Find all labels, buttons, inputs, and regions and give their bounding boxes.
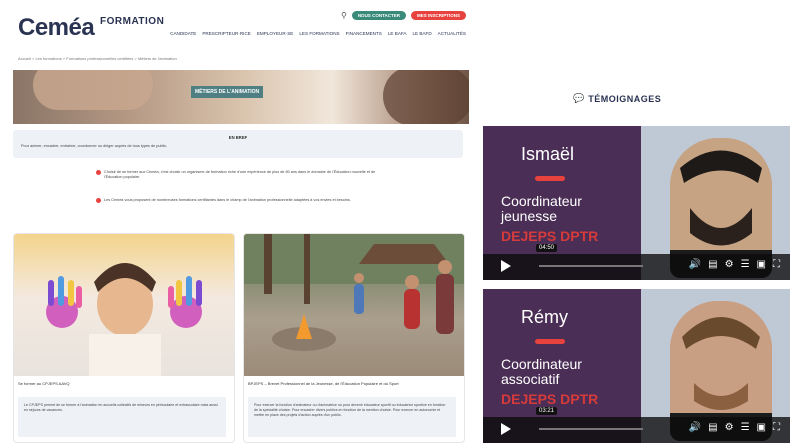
volume-icon[interactable]: 🔊 xyxy=(689,422,701,433)
website: Ceméa FORMATION ⚲ NOUS CONTACTER MES INS… xyxy=(0,0,478,447)
course-description: Pour exercer la fonction d'animateur ou … xyxy=(248,397,456,437)
nav-item[interactable]: PRESCRIPTEUR·RICE xyxy=(202,31,251,36)
hero-image-detail xyxy=(33,70,153,110)
video-person-name: Rémy xyxy=(521,307,569,327)
campfire-group-image xyxy=(244,234,464,351)
video-time: 04:50 xyxy=(536,244,558,252)
brief-box: EN BREF Pour animer, encadrer, entraîner… xyxy=(13,130,463,158)
video-controls[interactable]: 03:21 🔊 ▤ ⚙ ☰ ▣ ⛶ xyxy=(483,407,790,443)
course-card[interactable]: BPJEPS – Brevet Professionnel de la Jeun… xyxy=(243,233,465,443)
nav-item[interactable]: FINANCEMENTS xyxy=(346,31,382,36)
settings-icon[interactable]: ⚙ xyxy=(725,422,734,433)
intro-text: Choisir de se former aux Ceméa, c'est ch… xyxy=(104,170,376,180)
intro-paragraph: Choisir de se former aux Ceméa, c'est ch… xyxy=(96,170,384,181)
contact-button[interactable]: NOUS CONTACTER xyxy=(351,11,406,20)
hero-banner: MÉTIERS DE L'ANIMATION xyxy=(13,70,469,124)
fullscreen-icon[interactable]: ⛶ xyxy=(773,259,780,270)
course-image xyxy=(244,234,464,376)
settings-icon[interactable]: ⚙ xyxy=(725,259,734,270)
video-person-name: Ismaël xyxy=(521,144,575,164)
logo-suffix: FORMATION xyxy=(100,16,165,27)
logo[interactable]: Ceméa FORMATION xyxy=(18,14,164,42)
chapters-icon[interactable]: ☰ xyxy=(741,422,750,433)
video-player[interactable]: Ismaël Coordinateur jeunesse DEJEPS DPTR… xyxy=(483,126,790,280)
course-description: Le CPJEPS permet de se former à l'animat… xyxy=(18,397,226,437)
role-line: Coordinateur xyxy=(501,356,582,372)
video-player[interactable]: Rémy Coordinateur associatif DEJEPS DPTR… xyxy=(483,289,790,443)
course-title[interactable]: BPJEPS – Brevet Professionnel de la Jeun… xyxy=(248,381,399,386)
speech-bubbles-icon: 💬 xyxy=(573,93,585,103)
main-nav: CANDIDATE PRESCRIPTEUR·RICE EMPLOYEUR·SE… xyxy=(170,31,466,36)
intro-paragraph: Les Ceméa vous proposent de nombreuses f… xyxy=(96,198,384,203)
video-person-role: Coordinateur jeunesse xyxy=(501,194,582,224)
brief-title: EN BREF xyxy=(228,135,248,140)
role-line: associatif xyxy=(501,371,560,387)
pip-icon[interactable]: ▣ xyxy=(757,259,766,270)
testimonials-header: 💬 TÉMOIGNAGES xyxy=(573,93,661,104)
video-diploma: DEJEPS DPTR xyxy=(501,228,599,244)
nav-item[interactable]: EMPLOYEUR·SE xyxy=(257,31,294,36)
course-image xyxy=(14,234,234,376)
bullet-icon xyxy=(96,198,101,203)
hero-tag: MÉTIERS DE L'ANIMATION xyxy=(191,86,264,98)
role-line: Coordinateur xyxy=(501,193,582,209)
play-icon[interactable] xyxy=(501,260,511,272)
logo-brand: Ceméa xyxy=(18,14,95,41)
registrations-button[interactable]: MES INSCRIPTIONS xyxy=(410,11,466,20)
nav-item[interactable]: ACTUALITÉS xyxy=(438,31,466,36)
bullet-icon xyxy=(96,170,101,175)
child-painted-hands-image xyxy=(46,263,202,376)
brief-description: Pour animer, encadrer, entraîner, coordo… xyxy=(21,144,168,148)
captions-icon[interactable]: ▤ xyxy=(708,422,717,433)
progress-bar[interactable] xyxy=(539,428,643,430)
play-icon[interactable] xyxy=(501,423,511,435)
search-icon[interactable]: ⚲ xyxy=(341,11,347,20)
course-title[interactable]: Se former au CPJEPS AAVQ xyxy=(18,381,70,386)
volume-icon[interactable]: 🔊 xyxy=(689,259,701,270)
hero-image-detail xyxy=(383,70,469,124)
accent-dash xyxy=(535,176,565,181)
course-card[interactable]: Se former au CPJEPS AAVQ Le CPJEPS perme… xyxy=(13,233,235,443)
chapters-icon[interactable]: ☰ xyxy=(741,259,750,270)
video-time: 03:21 xyxy=(536,407,558,415)
breadcrumb[interactable]: Accueil > Les formations > Formations pr… xyxy=(18,56,177,61)
video-controls[interactable]: 04:50 🔊 ▤ ⚙ ☰ ▣ ⛶ xyxy=(483,244,790,280)
captions-icon[interactable]: ▤ xyxy=(708,259,717,270)
nav-item[interactable]: CANDIDATE xyxy=(170,31,196,36)
video-control-icons: 🔊 ▤ ⚙ ☰ ▣ ⛶ xyxy=(689,259,780,270)
video-diploma: DEJEPS DPTR xyxy=(501,391,599,407)
video-person-role: Coordinateur associatif xyxy=(501,357,582,387)
nav-item[interactable]: LE BAFD xyxy=(413,31,432,36)
nav-item[interactable]: LE BAFA xyxy=(388,31,407,36)
progress-bar[interactable] xyxy=(539,265,643,267)
video-control-icons: 🔊 ▤ ⚙ ☰ ▣ ⛶ xyxy=(689,422,780,433)
screen: Ceméa FORMATION ⚲ NOUS CONTACTER MES INS… xyxy=(0,0,795,447)
pip-icon[interactable]: ▣ xyxy=(757,422,766,433)
role-line: jeunesse xyxy=(501,208,558,224)
top-actions: ⚲ NOUS CONTACTER MES INSCRIPTIONS xyxy=(341,11,466,20)
fullscreen-icon[interactable]: ⛶ xyxy=(773,422,780,433)
accent-dash xyxy=(535,339,565,344)
intro-text: Les Ceméa vous proposent de nombreuses f… xyxy=(104,198,351,202)
nav-item[interactable]: LES FORMATIONS xyxy=(299,31,339,36)
testimonials-title: TÉMOIGNAGES xyxy=(588,93,662,104)
